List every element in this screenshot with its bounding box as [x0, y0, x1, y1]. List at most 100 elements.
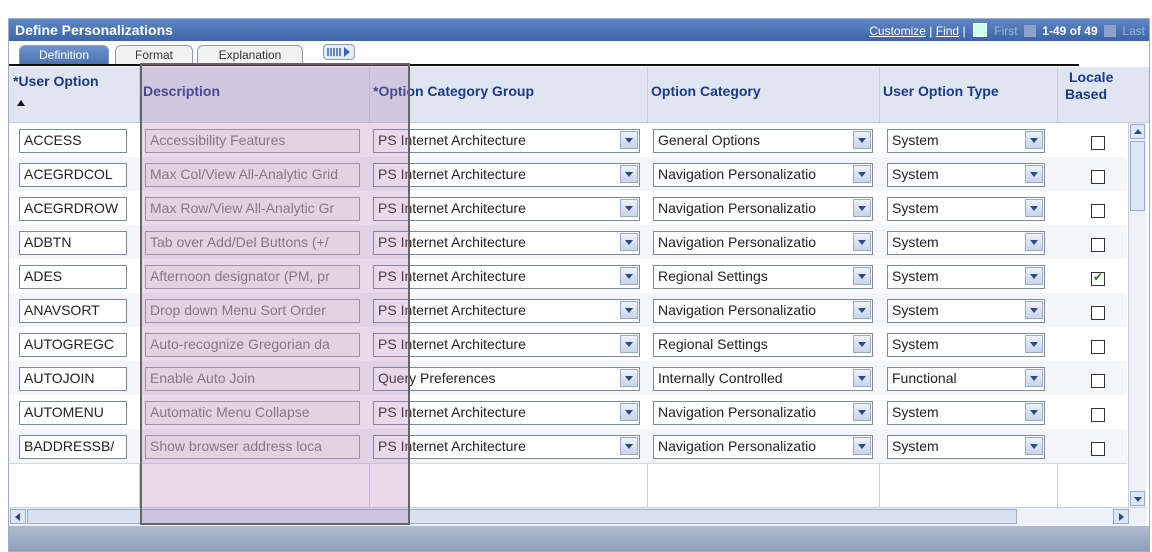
- previous-arrow-icon[interactable]: [1023, 25, 1036, 37]
- option-category-group-select[interactable]: PS Internet Architecture: [373, 333, 640, 357]
- user-option-type-select[interactable]: System: [887, 333, 1045, 357]
- scroll-down-icon[interactable]: [1130, 491, 1145, 506]
- chevron-down-icon[interactable]: [620, 131, 638, 149]
- locale-based-checkbox[interactable]: [1091, 170, 1105, 184]
- option-category-select[interactable]: Navigation Personalizatio: [653, 163, 873, 187]
- vertical-scrollbar[interactable]: [1128, 123, 1146, 507]
- chevron-down-icon[interactable]: [853, 267, 871, 285]
- user-option-field[interactable]: ADBTN: [19, 231, 127, 255]
- user-option-field[interactable]: BADDRESSB/: [19, 435, 127, 459]
- option-category-group-select[interactable]: PS Internet Architecture: [373, 299, 640, 323]
- option-category-group-select[interactable]: PS Internet Architecture: [373, 401, 640, 425]
- chevron-down-icon[interactable]: [1025, 437, 1043, 455]
- chevron-down-icon[interactable]: [620, 233, 638, 251]
- chevron-down-icon[interactable]: [620, 165, 638, 183]
- option-category-group-select[interactable]: PS Internet Architecture: [373, 231, 640, 255]
- user-option-type-select[interactable]: System: [887, 435, 1045, 459]
- chevron-down-icon[interactable]: [1025, 301, 1043, 319]
- chevron-down-icon[interactable]: [853, 335, 871, 353]
- user-option-field[interactable]: ANAVSORT: [19, 299, 127, 323]
- next-arrow-icon[interactable]: [1103, 25, 1116, 37]
- user-option-type-select[interactable]: System: [887, 299, 1045, 323]
- user-option-field[interactable]: AUTOGREGC: [19, 333, 127, 357]
- option-category-select[interactable]: Navigation Personalizatio: [653, 197, 873, 221]
- chevron-down-icon[interactable]: [1025, 199, 1043, 217]
- chevron-down-icon[interactable]: [620, 369, 638, 387]
- chevron-down-icon[interactable]: [853, 131, 871, 149]
- chevron-down-icon[interactable]: [853, 165, 871, 183]
- option-category-group-select[interactable]: PS Internet Architecture: [373, 197, 640, 221]
- user-option-type-select[interactable]: System: [887, 197, 1045, 221]
- user-option-field[interactable]: ACEGRDROW: [19, 197, 127, 221]
- first-link[interactable]: First: [994, 24, 1017, 38]
- chevron-down-icon[interactable]: [853, 199, 871, 217]
- option-category-select[interactable]: Internally Controlled: [653, 367, 873, 391]
- chevron-down-icon[interactable]: [853, 403, 871, 421]
- column-header-user-option[interactable]: *User Option: [9, 67, 139, 122]
- option-category-group-select[interactable]: PS Internet Architecture: [373, 265, 640, 289]
- scroll-thumb[interactable]: [1130, 141, 1145, 211]
- locale-based-checkbox[interactable]: [1091, 374, 1105, 388]
- user-option-type-select[interactable]: System: [887, 129, 1045, 153]
- chevron-down-icon[interactable]: [1025, 131, 1043, 149]
- user-option-type-select[interactable]: System: [887, 163, 1045, 187]
- chevron-down-icon[interactable]: [620, 437, 638, 455]
- last-link[interactable]: Last: [1122, 24, 1145, 38]
- option-category-select[interactable]: Navigation Personalizatio: [653, 401, 873, 425]
- chevron-down-icon[interactable]: [1025, 267, 1043, 285]
- locale-based-checkbox[interactable]: [1091, 442, 1105, 456]
- locale-based-checkbox[interactable]: [1091, 340, 1105, 354]
- chevron-down-icon[interactable]: [1025, 335, 1043, 353]
- chevron-down-icon[interactable]: [1025, 165, 1043, 183]
- chevron-down-icon[interactable]: [620, 267, 638, 285]
- option-category-group-select[interactable]: Query Preferences: [373, 367, 640, 391]
- user-option-field[interactable]: AUTOMENU: [19, 401, 127, 425]
- chevron-down-icon[interactable]: [853, 369, 871, 387]
- user-option-type-select[interactable]: Functional: [887, 367, 1045, 391]
- column-header-user-option-type[interactable]: User Option Type: [879, 67, 1057, 122]
- user-option-type-select[interactable]: System: [887, 231, 1045, 255]
- chevron-down-icon[interactable]: [620, 403, 638, 421]
- tab-format[interactable]: Format: [115, 45, 193, 64]
- locale-based-checkbox[interactable]: [1091, 238, 1105, 252]
- chevron-down-icon[interactable]: [620, 335, 638, 353]
- locale-based-checkbox[interactable]: [1091, 408, 1105, 422]
- user-option-field[interactable]: ADES: [19, 265, 127, 289]
- column-header-option-category[interactable]: Option Category: [647, 67, 879, 122]
- tab-definition[interactable]: Definition: [19, 45, 109, 64]
- chevron-down-icon[interactable]: [853, 437, 871, 455]
- user-option-type-select[interactable]: System: [887, 265, 1045, 289]
- option-category-select[interactable]: General Options: [653, 129, 873, 153]
- option-category-group-select[interactable]: PS Internet Architecture: [373, 435, 640, 459]
- option-category-select[interactable]: Regional Settings: [653, 333, 873, 357]
- chevron-down-icon[interactable]: [853, 233, 871, 251]
- option-category-group-select[interactable]: PS Internet Architecture: [373, 163, 640, 187]
- option-category-select[interactable]: Regional Settings: [653, 265, 873, 289]
- option-category-select[interactable]: Navigation Personalizatio: [653, 435, 873, 459]
- view-all-grid-icon[interactable]: [972, 23, 987, 37]
- column-header-locale-based[interactable]: Locale Based: [1057, 67, 1127, 122]
- chevron-down-icon[interactable]: [853, 301, 871, 319]
- column-header-option-category-group[interactable]: *Option Category Group: [369, 67, 647, 122]
- sort-ascending-icon[interactable]: [17, 100, 25, 106]
- user-option-field[interactable]: AUTOJOIN: [19, 367, 127, 391]
- scroll-right-icon[interactable]: [1113, 509, 1129, 524]
- locale-based-checkbox[interactable]: [1091, 306, 1105, 320]
- chevron-down-icon[interactable]: [620, 301, 638, 319]
- find-link[interactable]: Find: [936, 24, 959, 38]
- locale-based-checkbox[interactable]: [1091, 270, 1105, 286]
- chevron-down-icon[interactable]: [1025, 403, 1043, 421]
- user-option-field[interactable]: ACEGRDCOL: [19, 163, 127, 187]
- locale-based-checkbox[interactable]: [1091, 204, 1105, 218]
- user-option-type-select[interactable]: System: [887, 401, 1045, 425]
- scroll-up-icon[interactable]: [1130, 124, 1145, 139]
- option-category-group-select[interactable]: PS Internet Architecture: [373, 129, 640, 153]
- locale-based-checkbox[interactable]: [1091, 136, 1105, 150]
- customize-link[interactable]: Customize: [869, 24, 926, 38]
- scroll-left-icon[interactable]: [10, 509, 26, 524]
- option-category-select[interactable]: Navigation Personalizatio: [653, 231, 873, 255]
- show-all-columns-icon[interactable]: [323, 44, 355, 60]
- tab-explanation[interactable]: Explanation: [197, 45, 303, 64]
- option-category-select[interactable]: Navigation Personalizatio: [653, 299, 873, 323]
- chevron-down-icon[interactable]: [1025, 233, 1043, 251]
